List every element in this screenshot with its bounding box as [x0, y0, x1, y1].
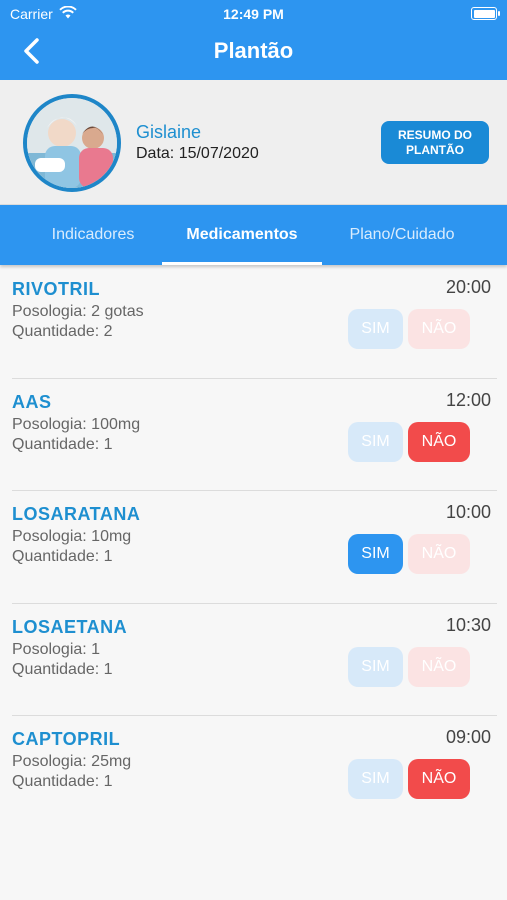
sim-button[interactable]: SIM: [348, 646, 403, 687]
medication-posology: Posologia: 100mg: [12, 415, 141, 433]
medication-time: 20:00: [445, 277, 491, 297]
nao-button[interactable]: NÃO: [408, 759, 470, 799]
medication-time: 12:00: [445, 389, 491, 410]
patient-name: Gislaine: [136, 122, 202, 142]
medication-posology: Posologia: 2 gotas: [12, 303, 144, 320]
medication-quantity: Quantidade: 1: [12, 773, 113, 790]
medication-item: AAS 12:00 Posologia: 100mg Quantidade: 1…: [12, 379, 497, 491]
medication-item: CAPTOPRIL 09:00 Posologia: 25mg Quantida…: [12, 716, 497, 829]
battery-icon: [471, 7, 500, 20]
sim-button[interactable]: SIM: [348, 309, 403, 349]
tab-label: Medicamentos: [186, 226, 298, 243]
patient-profile-card: Gislaine Data: 15/07/2020 RESUMO DO PLAN…: [0, 80, 507, 205]
medication-name: RIVOTRIL: [12, 279, 100, 299]
patient-avatar: [23, 94, 121, 192]
medication-time: 10:00: [445, 502, 491, 522]
medication-name: CAPTOPRIL: [12, 729, 121, 749]
tab-label: Indicadores: [51, 226, 135, 243]
medication-posology: Posologia: 1: [12, 640, 101, 658]
shift-date: Data: 15/07/2020: [136, 145, 259, 162]
nao-button[interactable]: NÃO: [408, 421, 470, 462]
tab-medicamentos[interactable]: Medicamentos: [162, 205, 322, 265]
status-bar: Carrier 12:49 PM: [0, 0, 507, 28]
medication-item: LOSARATANA 10:00 Posologia: 10mg Quantid…: [12, 491, 497, 604]
tab-plano-cuidado[interactable]: Plano/Cuidado: [322, 205, 482, 265]
medication-quantity: Quantidade: 1: [12, 548, 113, 565]
shift-summary-button[interactable]: RESUMO DO PLANTÃO: [381, 121, 489, 164]
tab-indicadores[interactable]: Indicadores: [24, 205, 162, 265]
medication-name: LOSAETANA: [12, 616, 128, 637]
nao-button[interactable]: NÃO: [408, 534, 470, 574]
nao-button[interactable]: NÃO: [408, 646, 470, 687]
medication-posology: Posologia: 25mg: [12, 753, 132, 770]
medication-posology: Posologia: 10mg: [12, 528, 132, 545]
sim-button[interactable]: SIM: [348, 421, 403, 462]
nao-button[interactable]: NÃO: [408, 309, 470, 349]
medication-quantity: Quantidade: 1: [12, 435, 113, 453]
active-tab-indicator: [162, 262, 322, 265]
medication-time: 09:00: [445, 727, 491, 747]
page-title: Plantão: [213, 38, 294, 63]
medication-quantity: Quantidade: 1: [12, 660, 113, 678]
medication-item: LOSAETANA 10:30 Posologia: 1 Quantidade:…: [12, 604, 497, 716]
sim-button[interactable]: SIM: [348, 759, 403, 799]
medication-name: LOSARATANA: [12, 504, 141, 524]
status-time: 12:49 PM: [223, 6, 284, 22]
medication-quantity: Quantidade: 2: [12, 323, 113, 340]
medication-item: RIVOTRIL 20:00 Posologia: 2 gotas Quanti…: [12, 266, 497, 379]
tab-label: Plano/Cuidado: [349, 226, 455, 243]
medication-list: RIVOTRIL 20:00 Posologia: 2 gotas Quanti…: [0, 266, 507, 829]
medication-time: 10:30: [445, 614, 491, 635]
sim-button[interactable]: SIM: [348, 534, 403, 574]
app-header: Carrier 12:49 PM Plantão: [0, 0, 507, 80]
tab-bar: Indicadores Medicamentos Plano/Cuidado: [0, 205, 507, 265]
medication-name: AAS: [12, 391, 52, 412]
